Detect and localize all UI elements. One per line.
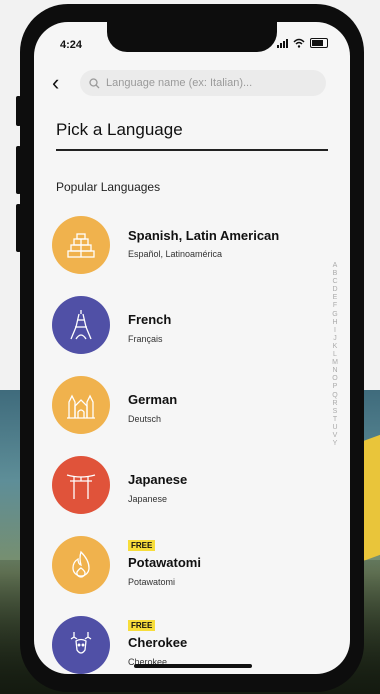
free-badge: FREE bbox=[128, 540, 156, 551]
pyramid-icon bbox=[67, 233, 95, 258]
alphabet-letter[interactable]: Q bbox=[330, 392, 340, 400]
back-button[interactable]: ‹ bbox=[52, 72, 59, 94]
alphabet-letter[interactable]: G bbox=[330, 311, 340, 319]
status-time: 4:24 bbox=[60, 39, 83, 51]
language-icon-circle bbox=[52, 616, 110, 674]
alphabet-letter[interactable]: R bbox=[330, 400, 340, 408]
section-header: Popular Languages bbox=[56, 180, 161, 194]
fire-icon bbox=[72, 550, 90, 578]
torii-gate-icon bbox=[66, 474, 96, 499]
language-native-name: Deutsch bbox=[128, 414, 162, 424]
signal-icon bbox=[277, 38, 288, 48]
castle-icon bbox=[67, 394, 95, 419]
language-name: French bbox=[128, 312, 172, 327]
status-icons bbox=[277, 38, 328, 48]
page-title: Pick a Language bbox=[56, 120, 183, 139]
alphabet-letter[interactable]: Y bbox=[330, 440, 340, 448]
home-indicator bbox=[134, 664, 252, 668]
phone-volume-up bbox=[16, 146, 21, 194]
deer-icon bbox=[70, 632, 92, 654]
alphabet-letter[interactable]: D bbox=[330, 286, 340, 294]
phone-volume-down bbox=[16, 204, 21, 252]
language-name: German bbox=[128, 392, 178, 407]
language-name: Cherokee bbox=[128, 635, 188, 650]
language-item-german[interactable]: German Deutsch bbox=[52, 376, 322, 440]
alphabet-letter[interactable]: A bbox=[330, 262, 340, 270]
alphabet-letter[interactable]: B bbox=[330, 270, 340, 278]
battery-icon bbox=[310, 38, 328, 48]
phone-screen: 4:24 ‹ Language name (ex: Italian)... Pi… bbox=[34, 22, 350, 674]
language-name: Japanese bbox=[128, 472, 188, 487]
alphabet-letter[interactable]: F bbox=[330, 302, 340, 310]
search-icon bbox=[89, 77, 100, 88]
alphabet-letter[interactable]: K bbox=[330, 343, 340, 351]
alphabet-letter[interactable]: J bbox=[330, 335, 340, 343]
search-placeholder: Language name (ex: Italian)... bbox=[106, 77, 253, 89]
alphabet-letter[interactable]: V bbox=[330, 432, 340, 440]
alphabet-letter[interactable]: S bbox=[330, 408, 340, 416]
language-item-spanish[interactable]: Spanish, Latin American Español, Latinoa… bbox=[52, 216, 322, 280]
search-bar: ‹ Language name (ex: Italian)... bbox=[34, 70, 350, 102]
alphabet-letter[interactable]: T bbox=[330, 416, 340, 424]
alphabet-letter[interactable]: C bbox=[330, 278, 340, 286]
language-native-name: Japanese bbox=[128, 494, 168, 504]
language-name: Potawatomi bbox=[128, 555, 201, 570]
wifi-icon bbox=[293, 38, 305, 48]
alphabet-letter[interactable]: E bbox=[330, 294, 340, 302]
language-icon-circle bbox=[52, 376, 110, 434]
language-native-name: Español, Latinoamérica bbox=[128, 249, 223, 259]
alphabet-letter[interactable]: M bbox=[330, 359, 340, 367]
alphabet-letter[interactable]: O bbox=[330, 375, 340, 383]
alphabet-letter[interactable]: I bbox=[330, 327, 340, 335]
eiffel-tower-icon bbox=[70, 310, 92, 340]
phone-side-button bbox=[16, 96, 21, 126]
language-native-name: Potawatomi bbox=[128, 577, 176, 587]
free-badge: FREE bbox=[128, 620, 156, 631]
language-native-name: Français bbox=[128, 334, 163, 344]
alphabet-letter[interactable]: U bbox=[330, 424, 340, 432]
language-item-french[interactable]: French Français bbox=[52, 296, 322, 360]
alphabet-letter[interactable]: H bbox=[330, 319, 340, 327]
language-item-japanese[interactable]: Japanese Japanese bbox=[52, 456, 322, 520]
search-input[interactable]: Language name (ex: Italian)... bbox=[80, 70, 326, 96]
language-icon-circle bbox=[52, 456, 110, 514]
alphabet-letter[interactable]: N bbox=[330, 367, 340, 375]
alphabet-letter[interactable]: L bbox=[330, 351, 340, 359]
language-icon-circle bbox=[52, 536, 110, 594]
language-name: Spanish, Latin American bbox=[128, 228, 280, 243]
title-divider bbox=[56, 149, 328, 151]
language-item-potawatomi[interactable]: FREE Potawatomi Potawatomi bbox=[52, 536, 322, 600]
alphabet-index[interactable]: ABCDEFGHIJKLMNOPQRSTUVY bbox=[330, 262, 340, 448]
language-icon-circle bbox=[52, 216, 110, 274]
language-icon-circle bbox=[52, 296, 110, 354]
alphabet-letter[interactable]: P bbox=[330, 383, 340, 391]
status-bar: 4:24 bbox=[34, 22, 350, 56]
